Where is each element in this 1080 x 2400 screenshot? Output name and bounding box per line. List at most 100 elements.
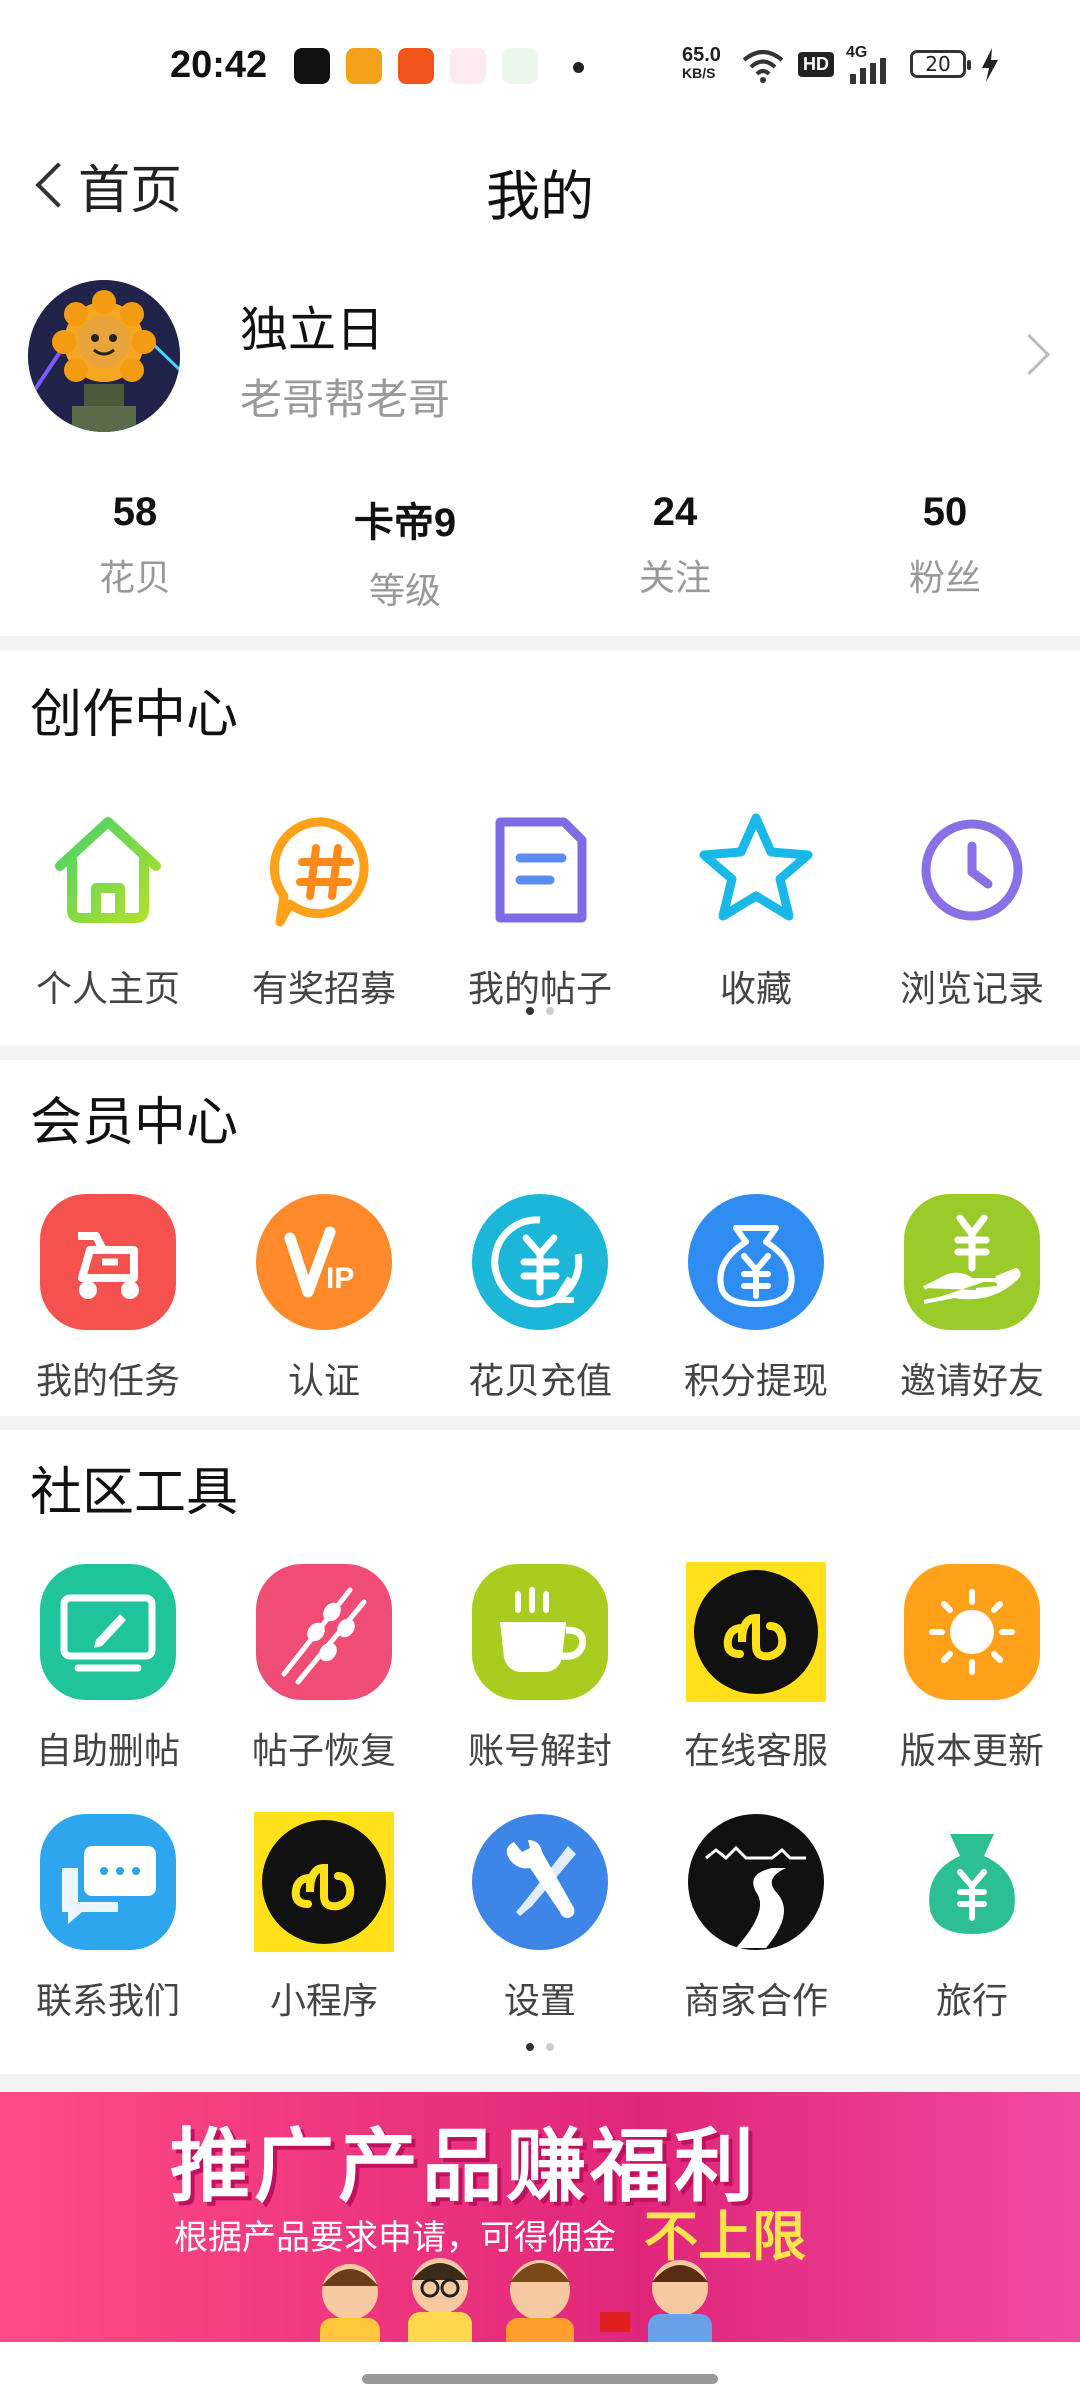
section-divider — [0, 2074, 1080, 2092]
document-icon — [495, 817, 587, 923]
net-speed-unit: KB/S — [682, 65, 716, 81]
item-label: 旅行 — [935, 1981, 1008, 2022]
wifi-icon — [742, 50, 784, 83]
travel-button[interactable]: 旅行 — [864, 1812, 1080, 2024]
stat-level[interactable]: 卡帝9 等级 — [270, 490, 540, 614]
user-name: 独立日 — [240, 302, 385, 358]
personal-homepage-button[interactable]: 个人主页 — [0, 800, 216, 1012]
clock-icon — [921, 819, 1023, 921]
notification-dot — [573, 62, 584, 73]
scooter-icon — [40, 1194, 176, 1330]
vip-icon: IP — [256, 1194, 392, 1330]
page-indicator — [0, 2036, 1080, 2055]
huabei-recharge-button[interactable]: 花贝充值 — [432, 1192, 648, 1404]
stat-value: 58 — [112, 490, 158, 534]
tools-icon — [472, 1814, 608, 1950]
status-bar: 20:42 65.0 KB/S HD 4G 20 — [0, 0, 1080, 136]
money-bag-icon — [929, 1834, 1015, 1934]
stat-value: 卡帝9 — [353, 501, 457, 545]
browsing-history-button[interactable]: 浏览记录 — [864, 800, 1080, 1012]
monitor-pen-icon — [40, 1564, 176, 1700]
net-speed-value: 65.0 — [682, 44, 721, 66]
yuan-recharge-icon — [472, 1194, 608, 1330]
verification-button[interactable]: IP 认证 — [216, 1192, 432, 1404]
mini-program-icon — [254, 1812, 394, 1952]
coffee-cup-icon — [472, 1564, 608, 1700]
home-icon — [55, 817, 161, 923]
creation-center-title: 创作中心 — [30, 685, 239, 745]
hd-badge: HD — [798, 52, 834, 77]
item-label: 小程序 — [269, 1981, 378, 2022]
chevron-right-icon — [1008, 333, 1051, 376]
post-recovery-button[interactable]: 帖子恢复 — [216, 1562, 432, 1774]
rewarded-recruitment-button[interactable]: 有奖招募 — [216, 800, 432, 1012]
item-label: 花贝充值 — [467, 1361, 612, 1402]
points-withdraw-button[interactable]: 积分提现 — [648, 1192, 864, 1404]
net-speed: 65.0 KB/S — [682, 44, 721, 82]
online-service-button[interactable]: 在线客服 — [648, 1562, 864, 1774]
stat-label: 等级 — [368, 571, 441, 612]
oppo-app-icon — [502, 48, 538, 84]
item-label: 认证 — [287, 1361, 360, 1402]
tiktok-app-icon — [294, 48, 330, 84]
item-label: 在线客服 — [683, 1731, 828, 1772]
battery-icon: 20 — [910, 50, 971, 78]
self-delete-post-button[interactable]: 自助删帖 — [0, 1562, 216, 1774]
stat-label: 花贝 — [98, 558, 171, 599]
member-center-title: 会员中心 — [30, 1093, 239, 1153]
sunflower-avatar-image — [28, 280, 180, 432]
sun-icon — [904, 1564, 1040, 1700]
mini-program-button[interactable]: 小程序 — [216, 1812, 432, 2024]
money-bag-icon — [688, 1194, 824, 1330]
stat-followers[interactable]: 50 粉丝 — [810, 490, 1080, 601]
version-update-button[interactable]: 版本更新 — [864, 1562, 1080, 1774]
cartoon-people-illustration — [320, 2258, 712, 2342]
account-unban-button[interactable]: 账号解封 — [432, 1562, 648, 1774]
stat-following[interactable]: 24 关注 — [540, 490, 810, 601]
item-label: 联系我们 — [35, 1981, 180, 2022]
stat-value: 50 — [922, 490, 968, 534]
promo-banner[interactable]: 推广产品赚福利 根据产品要求申请，可得佣金 不上限 — [0, 2092, 1080, 2342]
my-tasks-button[interactable]: 我的任务 — [0, 1192, 216, 1404]
item-label: 积分提现 — [683, 1361, 828, 1402]
item-label: 版本更新 — [899, 1731, 1044, 1772]
imou-app-icon — [346, 48, 382, 84]
my-posts-button[interactable]: 我的帖子 — [432, 800, 648, 1012]
page-indicator — [0, 1000, 1080, 1019]
business-cooperation-button[interactable]: 商家合作 — [648, 1812, 864, 2024]
charging-icon — [982, 48, 998, 82]
item-label: 自助删帖 — [35, 1731, 180, 1772]
section-divider — [0, 1416, 1080, 1430]
item-label: 我的任务 — [35, 1361, 180, 1402]
item-label: 商家合作 — [683, 1981, 828, 2022]
star-icon — [699, 813, 813, 921]
item-label: 帖子恢复 — [251, 1731, 396, 1772]
user-signature: 老哥帮老哥 — [240, 375, 451, 424]
section-divider — [0, 636, 1080, 650]
mini-program-icon — [686, 1562, 826, 1702]
stat-label: 关注 — [638, 558, 711, 599]
favorites-button[interactable]: 收藏 — [648, 800, 864, 1012]
stat-huabei[interactable]: 58 花贝 — [0, 490, 270, 601]
stats-row: 58 花贝 卡帝9 等级 24 关注 50 粉丝 — [0, 490, 1080, 612]
avatar[interactable] — [28, 280, 180, 432]
skewer-icon — [256, 1564, 392, 1700]
profile-card[interactable]: 独立日 老哥帮老哥 — [0, 270, 1080, 440]
status-time: 20:42 — [170, 44, 268, 86]
contact-us-button[interactable]: 联系我们 — [0, 1812, 216, 2024]
stat-label: 粉丝 — [908, 558, 981, 599]
item-label: 账号解封 — [467, 1731, 612, 1772]
home-indicator[interactable] — [362, 2374, 718, 2384]
road-landscape-icon — [688, 1814, 824, 1950]
top-nav: 首页 我的 — [0, 140, 1080, 230]
video-app-icon — [398, 48, 434, 84]
settings-button[interactable]: 设置 — [432, 1812, 648, 2024]
item-label: 设置 — [503, 1981, 576, 2022]
hashtag-bubble-icon — [269, 817, 369, 927]
section-divider — [0, 1046, 1080, 1060]
hand-yuan-icon — [904, 1194, 1040, 1330]
chat-bubbles-icon — [40, 1814, 176, 1950]
invite-friends-button[interactable]: 邀请好友 — [864, 1192, 1080, 1404]
svg-text:IP: IP — [326, 1262, 354, 1295]
page-title: 我的 — [486, 165, 594, 228]
